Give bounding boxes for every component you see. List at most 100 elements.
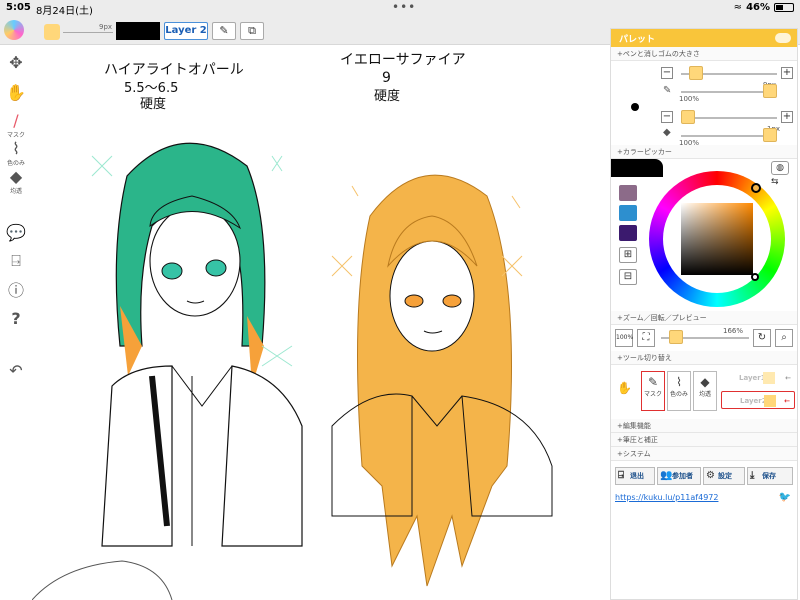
multitask-dots-icon[interactable]: ••• [392,0,416,14]
help-button[interactable]: ? [4,310,28,328]
color-only-tool[interactable]: ⌇ 色のみ [4,140,28,168]
pen-size-plus[interactable]: + [781,67,793,79]
layer-2-arrow-icon: ← [784,397,790,405]
palette-collapse-toggle[interactable] [775,33,791,43]
hue-wheel[interactable] [649,171,785,307]
battery-fill [776,5,783,10]
saturation-value-square[interactable] [681,203,753,275]
mask-tool[interactable]: / マスク [4,112,28,140]
zoom-knob[interactable] [669,330,683,344]
eraser-size-slider[interactable] [681,117,777,119]
sv-handle[interactable] [751,273,759,281]
brush-size-label: 9px [99,23,113,31]
brush-size-slider[interactable] [63,32,113,33]
section-system[interactable]: +システム [611,447,797,461]
layer-1-arrow-icon: ← [785,374,791,382]
rotate-reset-button[interactable]: ↻ [753,329,771,347]
swatch-settings-button[interactable]: ⊟ [619,269,637,285]
save-button[interactable]: ⤓ 保存 [747,467,793,485]
app-logo-icon[interactable] [4,20,24,40]
exit-button[interactable]: ⍈ 退出 [615,467,655,485]
hand-tool[interactable]: ✋ [4,84,28,102]
section-pen-eraser[interactable]: +ペンと消しゴムの大きさ [611,47,797,61]
uniform-tool[interactable]: ◆ 均透 [4,168,28,196]
current-color-swatch[interactable] [44,24,60,40]
info-icon: ⓘ [7,281,24,300]
zoom-controls: 100% ⛶ 166% ↻ ⌕ [611,325,797,351]
twitter-icon[interactable]: 🐦 [779,492,791,503]
move-tool[interactable]: ✥ [4,54,28,72]
transform-button[interactable]: ⧉ [240,22,264,40]
status-date: 8月24日(土) [36,6,93,17]
eraser-opacity-knob[interactable] [763,128,777,142]
left-hardness: 5.5〜6.5 [124,81,178,96]
room-link[interactable]: https://kuku.lu/p11af4972 [615,493,718,502]
swap-icon: ⇆ [771,177,779,187]
left-hardness-word: 硬度 [140,96,166,112]
settings-button[interactable]: ⚙ 設定 [703,467,745,485]
tool-color-only-label: 色のみ [669,391,688,398]
magnifier-icon: ⌕ [781,332,787,343]
eraser-opacity-slider[interactable] [681,135,769,137]
tool-mask[interactable]: ✎ マスク [641,371,665,411]
zoom-100-button[interactable]: 100% [615,329,633,347]
right-hardness: 9 [382,70,391,86]
add-swatch-button[interactable]: ⊞ [619,247,637,263]
current-color-preview[interactable] [611,159,663,177]
status-right: ≈ 46% [734,2,794,13]
pen-opacity-slider[interactable] [681,91,769,93]
fit-screen-button[interactable]: ⛶ [637,329,655,347]
info-button[interactable]: ⓘ [4,282,28,300]
right-character [331,174,553,587]
mask-label: マスク [6,132,25,139]
wifi-icon: ≈ [733,2,743,13]
color-swatch-1[interactable] [619,185,637,201]
pen-size-knob[interactable] [689,66,703,80]
section-pressure[interactable]: +筆圧と補正 [611,433,797,447]
save-label: 保存 [762,472,776,480]
chat-button[interactable]: 💬 [4,224,28,242]
footer-buttons: ⍈ 退出 👥 参加者 ⚙ 設定 ⤓ 保存 [611,467,797,491]
left-character [101,142,303,547]
tool-toggle-button[interactable]: ✎ [212,22,236,40]
tool-color-only[interactable]: ⌇ 色のみ [667,371,691,411]
participants-label: 参加者 [672,472,693,480]
hue-handle[interactable] [751,183,761,193]
color-mode-button[interactable]: ◍ [771,161,789,175]
eraser-icon: ◆ [700,375,710,389]
pen-opacity-knob[interactable] [763,84,777,98]
eraser-size-knob[interactable] [681,110,695,124]
layer-row-1[interactable]: Layer1 ← [721,369,795,387]
pen-icon: ✎ [647,375,659,389]
download-icon: ⤓ [750,470,755,481]
brush-eraser-icon: ✎ [219,24,229,37]
hand-tool-button[interactable]: ✋ [617,381,632,395]
color-swatch-2[interactable] [619,205,637,221]
section-color-picker[interactable]: +カラーピッカー [611,145,797,159]
secondary-color-swatch[interactable] [116,22,160,40]
eraser-size-plus[interactable]: + [781,111,793,123]
section-tool-switch[interactable]: +ツール切り替え [611,351,797,365]
tool-switch-controls: ✋ ✎ マスク ⌇ 色のみ ◆ 均透 Layer1 ← Layer2 ← [611,365,797,419]
dropper-icon: ⌇ [676,375,682,389]
settings-label: 設定 [718,472,732,480]
pen-opacity-value: 100% [679,95,700,103]
section-zoom[interactable]: +ズーム／回転／プレビュー [611,311,797,325]
swap-colors-button[interactable]: ⇆ [771,177,779,187]
preview-button[interactable]: ⌕ [775,329,793,347]
tool-uniform[interactable]: ◆ 均透 [693,371,717,411]
layer-row-2[interactable]: Layer2 ← [721,391,795,409]
exit-door-button[interactable]: ⍈ [4,252,28,270]
layer-2-thumb [764,395,776,407]
pen-size-minus[interactable]: − [661,67,673,79]
eraser-size-minus[interactable]: − [661,111,673,123]
section-edit[interactable]: +編集機能 [611,419,797,433]
layer-1-thumb [763,372,775,384]
color-swatch-3[interactable] [619,225,637,241]
palette-title: パレット [619,35,656,45]
undo-button[interactable]: ↶ [4,362,28,380]
drawing-canvas[interactable]: ハイアライトオパール 5.5〜6.5 硬度 イエローサファイア 9 硬度 [32,46,610,600]
brush-preview-dot [631,103,639,111]
layer-button[interactable]: Layer 2 [164,22,208,40]
participants-button[interactable]: 👥 参加者 [657,467,701,485]
